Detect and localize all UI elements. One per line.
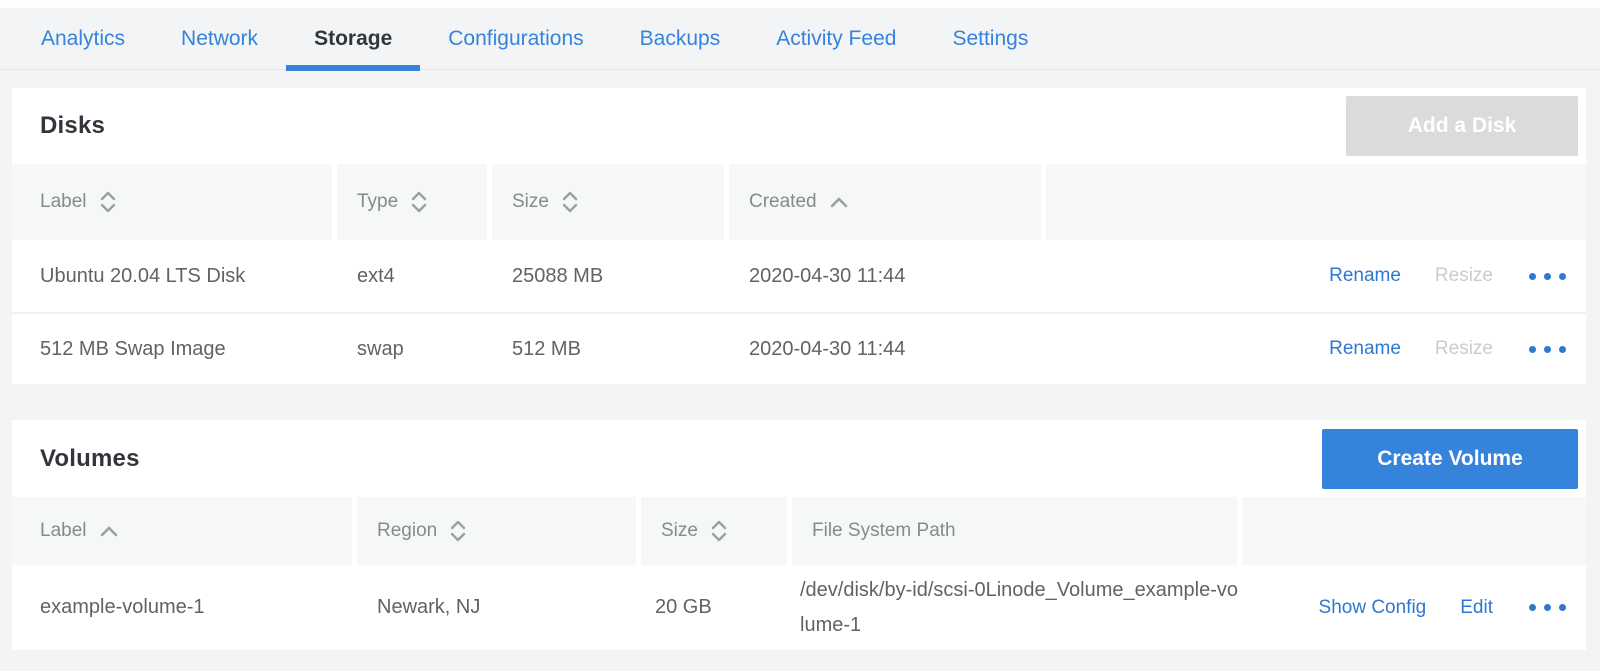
tab-label: Settings: [952, 27, 1028, 51]
volumes-sort-size[interactable]: Size: [641, 497, 787, 565]
disk-actions-cell: Rename Resize: [1046, 338, 1586, 360]
disk-created-cell: 2020-04-30 11:44: [729, 338, 1046, 361]
disk-size-cell: 25088 MB: [492, 265, 729, 288]
disk-actions-cell: Rename Resize: [1046, 265, 1586, 287]
disk-type-cell: ext4: [337, 265, 492, 288]
table-row: example-volume-1 Newark, NJ 20 GB /dev/d…: [12, 565, 1586, 650]
sort-both-icon: [710, 519, 728, 543]
rename-link[interactable]: Rename: [1329, 265, 1401, 287]
rename-link[interactable]: Rename: [1329, 338, 1401, 360]
disk-created-cell: 2020-04-30 11:44: [729, 265, 1046, 288]
column-header-label: Label: [40, 520, 87, 542]
disks-section-header: Disks Add a Disk: [12, 88, 1586, 164]
tab-label: Analytics: [41, 27, 125, 51]
tab-network[interactable]: Network: [153, 8, 286, 70]
disk-label-cell: Ubuntu 20.04 LTS Disk: [12, 265, 337, 288]
volume-path-cell: /dev/disk/by-id/scsi-0Linode_Volume_exam…: [792, 573, 1242, 643]
volume-actions-cell: Show Config Edit: [1242, 597, 1586, 619]
column-header-label: Region: [377, 520, 437, 542]
column-header-label: Size: [512, 191, 549, 213]
disks-sort-label[interactable]: Label: [12, 164, 332, 240]
volumes-section-header: Volumes Create Volume: [12, 420, 1586, 497]
tab-backups[interactable]: Backups: [612, 8, 749, 70]
volumes-title: Volumes: [40, 445, 140, 473]
file-system-path-text: /dev/disk/by-id/scsi-0Linode_Volume_exam…: [800, 579, 1238, 636]
volumes-table-header: Label Region Size File System Path: [12, 497, 1586, 565]
disk-size-cell: 512 MB: [492, 338, 729, 361]
sort-both-icon: [99, 190, 117, 214]
volume-region-cell: Newark, NJ: [357, 596, 641, 619]
tab-label: Storage: [314, 27, 392, 51]
disks-sort-type[interactable]: Type: [337, 164, 487, 240]
column-header-label: Label: [40, 191, 87, 213]
disks-title: Disks: [40, 112, 105, 140]
column-header-label: Type: [357, 191, 398, 213]
volume-size-cell: 20 GB: [641, 596, 792, 619]
active-tab-indicator: [286, 65, 420, 71]
table-row: 512 MB Swap Image swap 512 MB 2020-04-30…: [12, 312, 1586, 384]
create-volume-button[interactable]: Create Volume: [1322, 429, 1578, 489]
volumes-header-actions-spacer: [1242, 497, 1586, 565]
volumes-section: Volumes Create Volume Label Region Size …: [12, 420, 1586, 650]
disks-sort-size[interactable]: Size: [492, 164, 724, 240]
tab-activity-feed[interactable]: Activity Feed: [748, 8, 924, 70]
sort-both-icon: [449, 519, 467, 543]
more-options-icon[interactable]: [1527, 598, 1568, 617]
sort-ascending-icon: [829, 196, 849, 209]
resize-link[interactable]: Resize: [1435, 265, 1493, 287]
tab-label: Network: [181, 27, 258, 51]
resize-link[interactable]: Resize: [1435, 338, 1493, 360]
column-header-label: Size: [661, 520, 698, 542]
more-options-icon[interactable]: [1527, 267, 1568, 286]
sort-ascending-icon: [99, 525, 119, 538]
disk-type-cell: swap: [337, 338, 492, 361]
tab-configurations[interactable]: Configurations: [420, 8, 611, 70]
tab-storage[interactable]: Storage: [286, 8, 420, 70]
tab-analytics[interactable]: Analytics: [13, 8, 153, 70]
column-header-label: Created: [749, 191, 817, 213]
edit-link[interactable]: Edit: [1460, 597, 1493, 619]
sort-both-icon: [561, 190, 579, 214]
volume-label-cell: example-volume-1: [12, 596, 357, 619]
show-config-link[interactable]: Show Config: [1319, 597, 1427, 619]
disks-sort-created[interactable]: Created: [729, 164, 1041, 240]
tab-label: Configurations: [448, 27, 583, 51]
volumes-header-file-system-path: File System Path: [792, 497, 1237, 565]
table-row: Ubuntu 20.04 LTS Disk ext4 25088 MB 2020…: [12, 240, 1586, 312]
disk-label-cell: 512 MB Swap Image: [12, 338, 337, 361]
disks-header-actions-spacer: [1046, 164, 1586, 240]
volumes-sort-label[interactable]: Label: [12, 497, 352, 565]
tab-settings[interactable]: Settings: [924, 8, 1056, 70]
disks-table-header: Label Type Size Created: [12, 164, 1586, 240]
tab-label: Activity Feed: [776, 27, 896, 51]
sort-both-icon: [410, 190, 428, 214]
column-header-label: File System Path: [812, 520, 956, 542]
add-a-disk-button[interactable]: Add a Disk: [1346, 96, 1578, 156]
tab-label: Backups: [640, 27, 721, 51]
more-options-icon[interactable]: [1527, 340, 1568, 359]
disks-section: Disks Add a Disk Label Type Size Created…: [12, 88, 1586, 384]
detail-tabs: Analytics Network Storage Configurations…: [0, 8, 1600, 70]
volumes-sort-region[interactable]: Region: [357, 497, 636, 565]
